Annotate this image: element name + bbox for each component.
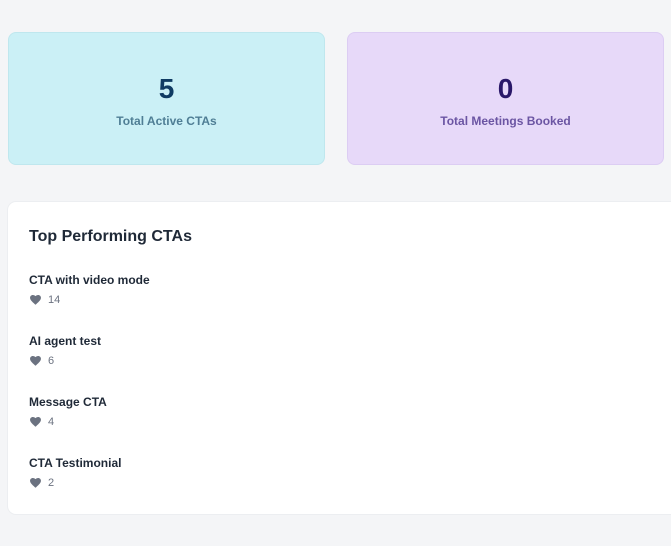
- panel-title: Top Performing CTAs: [29, 228, 192, 245]
- like-count: 4: [48, 416, 55, 428]
- total-active-ctas-card: 5 Total Active CTAs: [8, 32, 325, 165]
- cta-name: CTA Testimonial: [29, 456, 122, 470]
- total-meetings-booked-label: Total Meetings Booked: [440, 114, 571, 128]
- cta-list-item[interactable]: CTA with video mode 14: [29, 273, 429, 313]
- cta-name: Message CTA: [29, 395, 107, 409]
- heart-icon: [30, 295, 41, 305]
- cta-likes: 2: [29, 477, 429, 489]
- total-meetings-booked-card: 0 Total Meetings Booked: [347, 32, 664, 165]
- heart-icon: [30, 356, 41, 366]
- cta-list-item[interactable]: CTA Testimonial 2: [29, 456, 429, 496]
- cta-likes: 6: [29, 355, 429, 367]
- like-count: 6: [48, 355, 55, 367]
- total-active-ctas-label: Total Active CTAs: [116, 114, 217, 128]
- cta-likes: 4: [29, 416, 429, 428]
- top-performing-ctas-panel: Top Performing CTAs CTA with video mode …: [8, 202, 671, 514]
- cta-name: CTA with video mode: [29, 273, 150, 287]
- like-count: 14: [48, 294, 61, 306]
- like-count: 2: [48, 477, 55, 489]
- total-active-ctas-value: 5: [158, 73, 175, 104]
- cta-name: AI agent test: [29, 334, 102, 348]
- dashboard-page: 5 Total Active CTAs 0 Total Meetings Boo…: [0, 0, 671, 546]
- cta-list-item[interactable]: Message CTA 4: [29, 395, 429, 435]
- heart-icon: [30, 417, 41, 427]
- cta-list-item[interactable]: AI agent test 6: [29, 334, 429, 374]
- cta-likes: 14: [29, 294, 429, 306]
- heart-icon: [30, 478, 41, 488]
- total-meetings-booked-value: 0: [497, 73, 514, 104]
